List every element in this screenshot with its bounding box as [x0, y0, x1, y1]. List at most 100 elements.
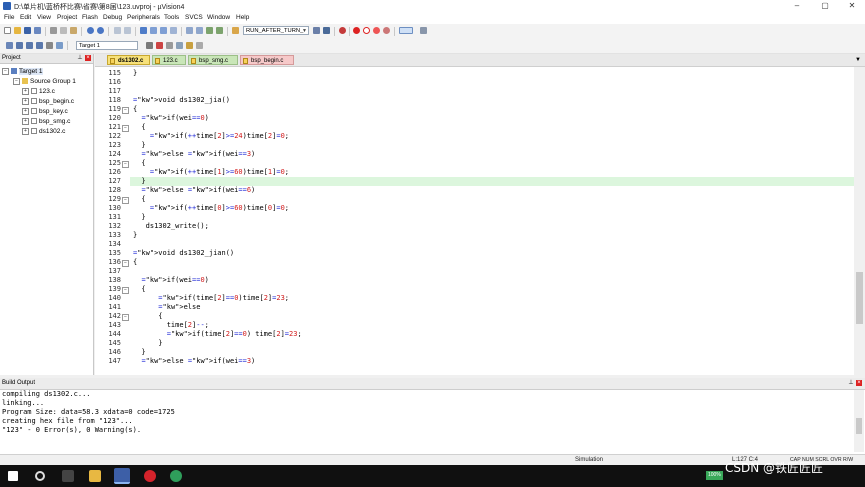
close-pane-icon[interactable]: × [856, 380, 862, 386]
save-icon[interactable] [24, 27, 31, 34]
enable-breakpoint-icon[interactable] [363, 27, 370, 34]
code-line[interactable]: ="kw">else ="kw">if(wei==6) [133, 186, 255, 195]
maximize-button[interactable]: ▢ [812, 0, 838, 13]
start-icon[interactable] [8, 471, 18, 481]
code-line[interactable]: ="kw">else ="kw">if(wei==3) [133, 150, 255, 159]
disable-breakpoints-icon[interactable] [373, 27, 380, 34]
code-line[interactable]: time[2]--; [133, 321, 209, 330]
expand-icon[interactable]: + [22, 107, 29, 115]
new-file-icon[interactable] [4, 27, 11, 34]
clear-bookmarks-icon[interactable] [170, 27, 177, 34]
cut-icon[interactable] [50, 27, 57, 34]
manage-components-icon[interactable] [166, 42, 173, 49]
code-line[interactable]: { [133, 123, 145, 132]
rebuild-icon[interactable] [26, 42, 33, 49]
pin-icon[interactable]: ⊥ [77, 55, 83, 61]
tree-target[interactable]: − Target 1 [2, 67, 43, 76]
fold-toggle-icon[interactable]: − [122, 287, 129, 294]
code-area[interactable]: } ="kw">void ds1302_jia() { ="kw">if(wei==… [130, 67, 854, 375]
code-line[interactable]: ="kw">if(++time[1]>=60)time[1]=0; [133, 168, 289, 177]
scrollbar-thumb[interactable] [856, 418, 862, 434]
paste-icon[interactable] [70, 27, 77, 34]
kill-breakpoints-icon[interactable] [383, 27, 390, 34]
tray-badge[interactable]: 100% [706, 471, 723, 480]
tree-source-group[interactable]: − Source Group 1 [13, 77, 76, 86]
code-line[interactable]: ="kw">void ds1302_jian() [133, 249, 234, 258]
batch-build-icon[interactable] [36, 42, 43, 49]
netease-music-icon[interactable] [144, 470, 156, 482]
translate-icon[interactable] [6, 42, 13, 49]
tree-file-item[interactable]: + bsp_key.c [22, 107, 68, 116]
tab-123[interactable]: 123.c [152, 55, 186, 65]
chevron-down-icon[interactable]: ▼ [301, 27, 308, 34]
code-line[interactable]: { [133, 195, 145, 204]
expand-icon[interactable]: + [22, 97, 29, 105]
fold-toggle-icon[interactable]: − [122, 161, 129, 168]
menu-debug[interactable]: Debug [103, 14, 122, 21]
code-line[interactable]: ="kw">void ds1302_jia() [133, 96, 230, 105]
code-line[interactable]: } [133, 213, 145, 222]
code-line[interactable]: ="kw">if(time[2]==0)time[2]=23; [133, 294, 289, 303]
code-line[interactable]: } [133, 348, 145, 357]
fold-toggle-icon[interactable]: − [122, 107, 129, 114]
code-line[interactable]: { [133, 312, 162, 321]
fold-toggle-icon[interactable]: − [122, 314, 129, 321]
menu-tools[interactable]: Tools [164, 14, 179, 21]
unindent-icon[interactable] [196, 27, 203, 34]
rte-icon[interactable] [176, 42, 183, 49]
tab-ds1302[interactable]: ds1302.c [107, 55, 150, 65]
code-line[interactable]: } [133, 177, 145, 186]
code-line[interactable]: } [133, 69, 137, 78]
uvision-taskbar-icon[interactable] [114, 468, 130, 484]
fold-toggle-icon[interactable]: − [122, 260, 129, 267]
code-line[interactable]: ds1302_write(); [133, 222, 209, 231]
tree-file-item[interactable]: + bsp_begin.c [22, 97, 74, 106]
download-icon[interactable] [56, 42, 63, 49]
tabs-close-icon[interactable]: ▼ [855, 57, 861, 63]
code-line[interactable]: } [133, 141, 145, 150]
tab-bsp-smg[interactable]: bsp_smg.c [188, 55, 238, 65]
insert-breakpoint-icon[interactable] [353, 27, 360, 34]
tree-file-item[interactable]: + bsp_smg.c [22, 117, 70, 126]
fold-toggle-icon[interactable]: − [122, 125, 129, 132]
command-combo[interactable]: RUN_AFTER_TURN_ ▼ [243, 26, 309, 35]
window-layout-icon[interactable] [399, 27, 413, 34]
editor-vertical-scrollbar[interactable] [854, 67, 865, 375]
undo-icon[interactable] [87, 27, 94, 34]
prev-bookmark-icon[interactable] [150, 27, 157, 34]
open-folder-icon[interactable] [14, 27, 21, 34]
tab-bsp-begin[interactable]: bsp_begin.c [240, 55, 294, 65]
close-button[interactable]: ✕ [839, 0, 865, 13]
navigate-forward-icon[interactable] [124, 27, 131, 34]
code-line[interactable]: ="kw">else ="kw">if(wei==3) [133, 357, 255, 366]
target-combo[interactable]: Target 1 [76, 41, 138, 50]
search-icon[interactable] [35, 471, 45, 481]
expand-icon[interactable]: + [22, 117, 29, 125]
code-line[interactable]: ="kw">if(time[2]==0) time[2]=23; [133, 330, 302, 339]
pin-icon[interactable]: ⊥ [848, 380, 854, 386]
find-icon[interactable] [313, 27, 320, 34]
browser-icon[interactable] [170, 470, 182, 482]
collapse-icon[interactable]: − [13, 77, 20, 85]
indent-icon[interactable] [186, 27, 193, 34]
find-in-files-icon[interactable] [232, 27, 239, 34]
scrollbar-thumb[interactable] [856, 272, 863, 324]
menu-file[interactable]: File [4, 14, 14, 21]
code-line[interactable]: ="kw">if(wei==0) [133, 276, 208, 285]
code-line[interactable]: { [133, 258, 137, 267]
collapse-icon[interactable]: − [2, 67, 9, 75]
debug-session-icon[interactable] [339, 27, 346, 34]
fold-toggle-icon[interactable]: − [122, 197, 129, 204]
close-pane-icon[interactable]: × [85, 55, 91, 61]
menu-project[interactable]: Project [57, 14, 77, 21]
copy-icon[interactable] [60, 27, 67, 34]
build-output-scrollbar[interactable] [854, 390, 864, 452]
tree-file-item[interactable]: + ds1302.c [22, 127, 65, 136]
target-options-icon[interactable] [146, 42, 153, 49]
code-line[interactable]: { [133, 159, 145, 168]
incremental-find-icon[interactable] [323, 27, 330, 34]
pack-installer-icon[interactable] [186, 42, 193, 49]
menu-window[interactable]: Window [207, 14, 230, 21]
configure-icon[interactable] [420, 27, 427, 34]
code-line[interactable]: ="kw">if(wei==0) [133, 114, 208, 123]
